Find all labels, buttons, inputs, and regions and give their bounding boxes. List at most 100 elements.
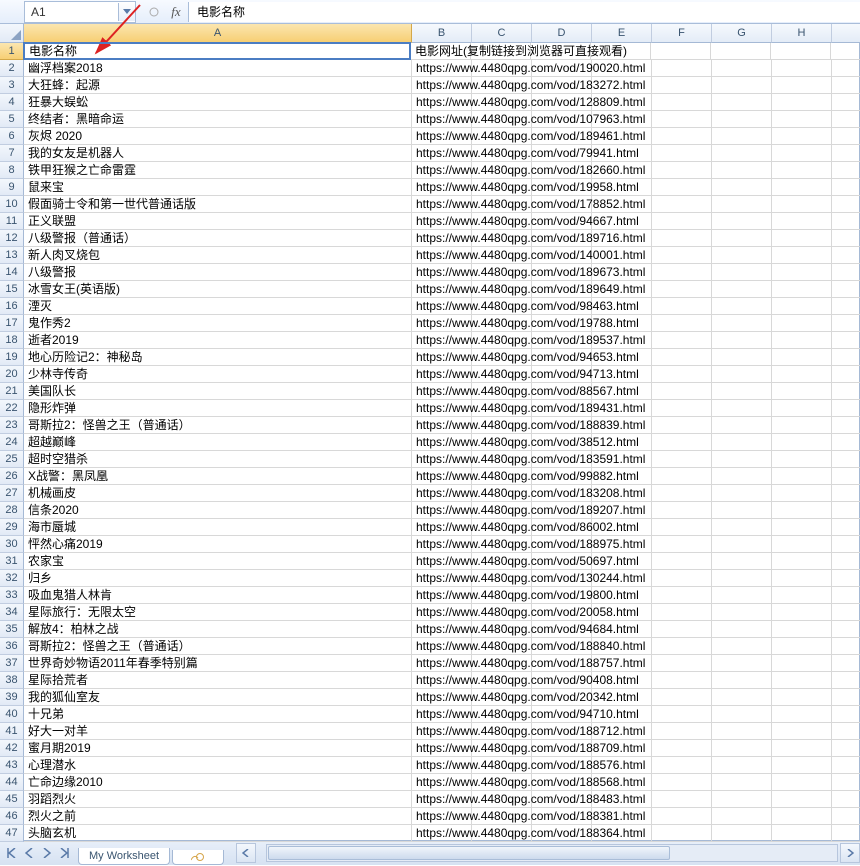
horizontal-scrollbar[interactable] <box>266 844 838 862</box>
cell[interactable] <box>712 468 772 485</box>
cell[interactable]: 鬼作秀2 <box>24 315 412 332</box>
cell[interactable] <box>832 672 860 689</box>
cell[interactable]: https://www.4480qpg.com/vod/188712.html <box>412 723 472 740</box>
cell[interactable]: https://www.4480qpg.com/vod/94653.html <box>412 349 472 366</box>
cell[interactable] <box>832 230 860 247</box>
cell[interactable]: 我的狐仙室友 <box>24 689 412 706</box>
cell[interactable] <box>772 230 832 247</box>
cell[interactable] <box>652 264 712 281</box>
cell[interactable] <box>832 162 860 179</box>
cell[interactable] <box>652 502 712 519</box>
cell[interactable] <box>772 672 832 689</box>
row-head[interactable]: 14 <box>0 264 24 281</box>
first-sheet-icon[interactable] <box>2 844 20 862</box>
name-box[interactable]: A1 <box>24 1 136 23</box>
cell[interactable]: 哥斯拉2：怪兽之王（普通话） <box>24 417 412 434</box>
cell[interactable] <box>652 349 712 366</box>
cell[interactable]: https://www.4480qpg.com/vod/188576.html <box>412 757 472 774</box>
cell[interactable] <box>712 604 772 621</box>
cell[interactable]: https://www.4480qpg.com/vod/19800.html <box>412 587 472 604</box>
cell[interactable] <box>832 485 860 502</box>
cell[interactable] <box>712 264 772 281</box>
next-sheet-icon[interactable] <box>38 844 56 862</box>
cell[interactable]: https://www.4480qpg.com/vod/188381.html <box>412 808 472 825</box>
col-head-F[interactable]: F <box>652 24 712 43</box>
row-head[interactable]: 4 <box>0 94 24 111</box>
col-head-H[interactable]: H <box>772 24 832 43</box>
cell[interactable]: 哥斯拉2：怪兽之王（普通话） <box>24 638 412 655</box>
cell[interactable]: https://www.4480qpg.com/vod/188839.html <box>412 417 472 434</box>
cell[interactable] <box>652 400 712 417</box>
cell[interactable]: 信条2020 <box>24 502 412 519</box>
cell[interactable] <box>652 451 712 468</box>
cell[interactable] <box>832 417 860 434</box>
cell[interactable] <box>772 111 832 128</box>
cell[interactable]: 湮灭 <box>24 298 412 315</box>
cell[interactable]: https://www.4480qpg.com/vod/178852.html <box>412 196 472 213</box>
cell[interactable]: 假面骑士令和第一世代普通话版 <box>24 196 412 213</box>
fx-icon[interactable]: fx <box>164 4 188 20</box>
row-head[interactable]: 22 <box>0 400 24 417</box>
cell[interactable] <box>832 689 860 706</box>
row-head[interactable]: 45 <box>0 791 24 808</box>
row-head[interactable]: 8 <box>0 162 24 179</box>
cell[interactable]: 农家宝 <box>24 553 412 570</box>
cell[interactable] <box>652 485 712 502</box>
cell[interactable] <box>712 247 772 264</box>
cell[interactable]: 解放4：柏林之战 <box>24 621 412 638</box>
cell[interactable] <box>832 536 860 553</box>
cell[interactable] <box>712 706 772 723</box>
row-head[interactable]: 9 <box>0 179 24 196</box>
cell[interactable] <box>831 43 860 60</box>
cell[interactable] <box>712 417 772 434</box>
cell[interactable]: https://www.4480qpg.com/vod/189207.html <box>412 502 472 519</box>
row-head[interactable]: 5 <box>0 111 24 128</box>
row-head[interactable]: 10 <box>0 196 24 213</box>
row-head[interactable]: 11 <box>0 213 24 230</box>
cell[interactable] <box>832 196 860 213</box>
cell[interactable] <box>832 502 860 519</box>
cell[interactable]: https://www.4480qpg.com/vod/140001.html <box>412 247 472 264</box>
cell[interactable] <box>712 536 772 553</box>
cell[interactable] <box>712 502 772 519</box>
cell[interactable]: 机械画皮 <box>24 485 412 502</box>
cell[interactable] <box>712 145 772 162</box>
row-head[interactable]: 16 <box>0 298 24 315</box>
cell[interactable] <box>712 825 772 842</box>
cell[interactable] <box>652 417 712 434</box>
cell[interactable] <box>712 740 772 757</box>
cell[interactable] <box>832 315 860 332</box>
col-head-B[interactable]: B <box>412 24 472 43</box>
cell[interactable] <box>832 740 860 757</box>
cell[interactable] <box>772 349 832 366</box>
cell[interactable] <box>712 451 772 468</box>
cancel-icon[interactable] <box>144 2 164 22</box>
cell[interactable] <box>772 298 832 315</box>
cell[interactable] <box>652 791 712 808</box>
cell[interactable] <box>711 43 771 60</box>
cell[interactable] <box>771 43 831 60</box>
hscroll-right-icon[interactable] <box>840 843 860 863</box>
cell[interactable]: https://www.4480qpg.com/vod/190020.html <box>412 60 472 77</box>
cell[interactable] <box>772 281 832 298</box>
cell[interactable] <box>772 315 832 332</box>
cell[interactable] <box>772 332 832 349</box>
cell[interactable] <box>712 77 772 94</box>
row-head[interactable]: 46 <box>0 808 24 825</box>
row-head[interactable]: 6 <box>0 128 24 145</box>
cell[interactable] <box>652 604 712 621</box>
cell[interactable]: 海市蜃城 <box>24 519 412 536</box>
cell[interactable] <box>832 791 860 808</box>
row-head[interactable]: 1 <box>0 43 24 60</box>
cell[interactable] <box>772 740 832 757</box>
cell[interactable] <box>712 638 772 655</box>
cell[interactable] <box>772 366 832 383</box>
cell[interactable] <box>712 808 772 825</box>
cell[interactable] <box>652 519 712 536</box>
cell[interactable] <box>652 706 712 723</box>
cell[interactable] <box>712 570 772 587</box>
cell[interactable] <box>772 587 832 604</box>
cell[interactable]: https://www.4480qpg.com/vod/189716.html <box>412 230 472 247</box>
cell[interactable] <box>772 196 832 213</box>
cell[interactable]: https://www.4480qpg.com/vod/189649.html <box>412 281 472 298</box>
